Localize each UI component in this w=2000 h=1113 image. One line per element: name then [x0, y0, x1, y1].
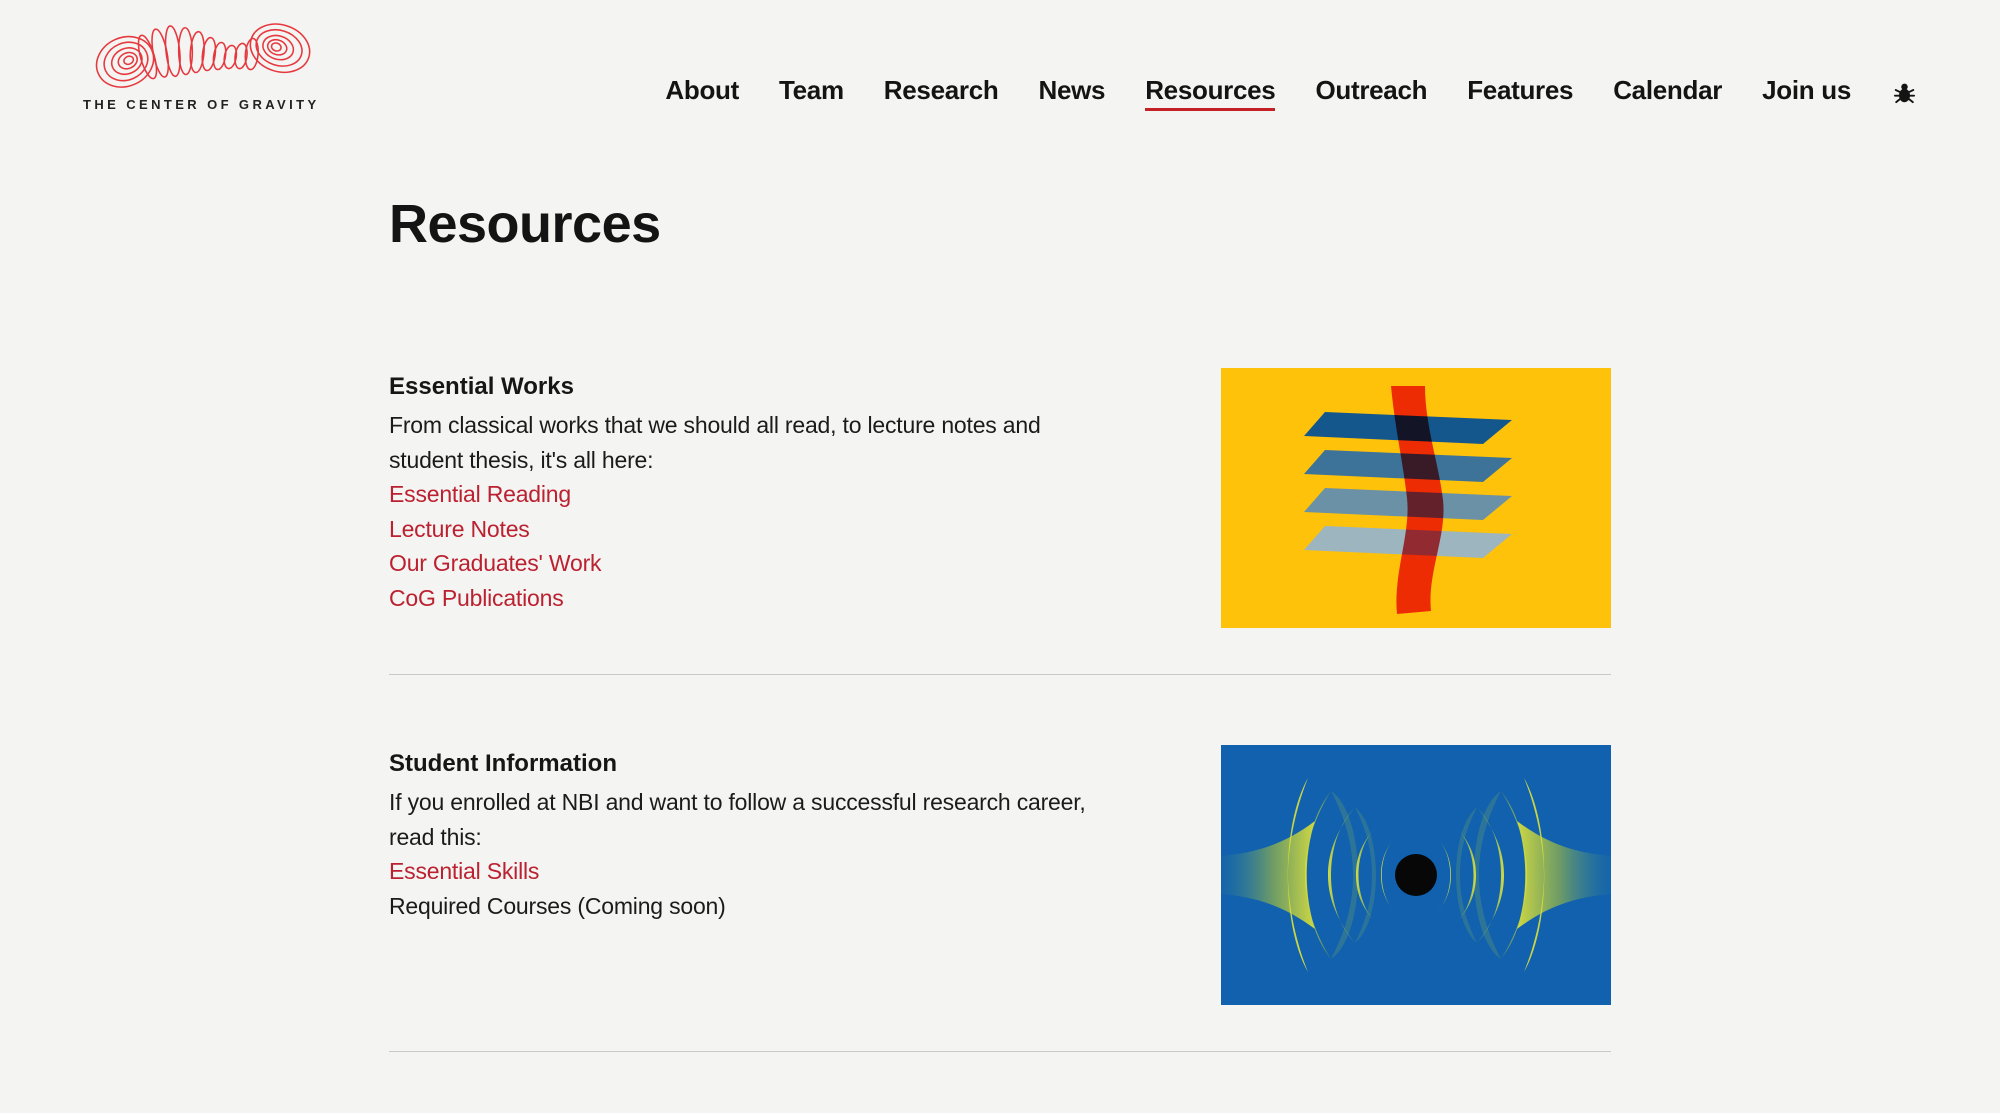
nav-item-outreach[interactable]: Outreach — [1315, 75, 1427, 106]
link-our-graduates-work[interactable]: Our Graduates' Work — [389, 550, 602, 576]
stacked-planes-graphic — [1221, 368, 1611, 629]
nav-item-research[interactable]: Research — [884, 75, 999, 106]
black-hole-waves-graphic — [1221, 745, 1611, 1006]
section-heading: Student Information — [389, 750, 617, 778]
nav-item-resources[interactable]: Resources — [1145, 75, 1276, 112]
link-lecture-notes[interactable]: Lecture Notes — [389, 516, 530, 542]
nav-item-features[interactable]: Features — [1467, 75, 1573, 106]
link-essential-reading[interactable]: Essential Reading — [389, 481, 571, 507]
list-item: Essential Skills — [389, 854, 1179, 889]
list-item: Lecture Notes — [389, 512, 1179, 547]
link-cog-publications[interactable]: CoG Publications — [389, 585, 564, 611]
section-links: Essential Skills Required Courses (Comin… — [389, 854, 1179, 923]
main-content: Resources Essential Works From classical… — [389, 194, 1611, 1053]
section-divider — [389, 1051, 1611, 1053]
nav-item-news[interactable]: News — [1038, 75, 1105, 106]
list-item: CoG Publications — [389, 581, 1179, 616]
section-heading: Essential Works — [389, 373, 574, 401]
section-essential-works: Essential Works From classical works tha… — [389, 254, 1611, 629]
site-header: THE CENTER OF GRAVITY About Team Researc… — [0, 0, 2000, 118]
list-item: Essential Reading — [389, 477, 1179, 512]
bug-icon[interactable] — [1891, 79, 1918, 106]
brand-logo[interactable]: THE CENTER OF GRAVITY — [83, 18, 325, 112]
nav-item-about[interactable]: About — [665, 75, 739, 106]
section-text: Student Information If you enrolled at N… — [389, 745, 1179, 923]
student-information-illustration — [1221, 745, 1611, 1006]
section-text: Essential Works From classical works tha… — [389, 368, 1179, 615]
main-nav: About Team Research News Resources Outre… — [665, 18, 1918, 112]
section-description: From classical works that we should all … — [389, 412, 1041, 473]
page-title: Resources — [389, 194, 661, 254]
required-courses-text: Required Courses (Coming soon) — [389, 892, 726, 919]
list-item: Our Graduates' Work — [389, 546, 1179, 581]
section-links: Essential Reading Lecture Notes Our Grad… — [389, 477, 1179, 615]
link-essential-skills[interactable]: Essential Skills — [389, 858, 539, 884]
nav-item-join-us[interactable]: Join us — [1762, 75, 1851, 106]
section-description: If you enrolled at NBI and want to follo… — [389, 789, 1086, 850]
gravity-wave-scribble-icon — [95, 23, 311, 88]
nav-item-calendar[interactable]: Calendar — [1613, 75, 1722, 106]
nav-item-team[interactable]: Team — [779, 75, 844, 106]
brand-name: THE CENTER OF GRAVITY — [83, 97, 320, 112]
section-student-information: Student Information If you enrolled at N… — [389, 675, 1611, 1006]
essential-works-illustration — [1221, 368, 1611, 629]
